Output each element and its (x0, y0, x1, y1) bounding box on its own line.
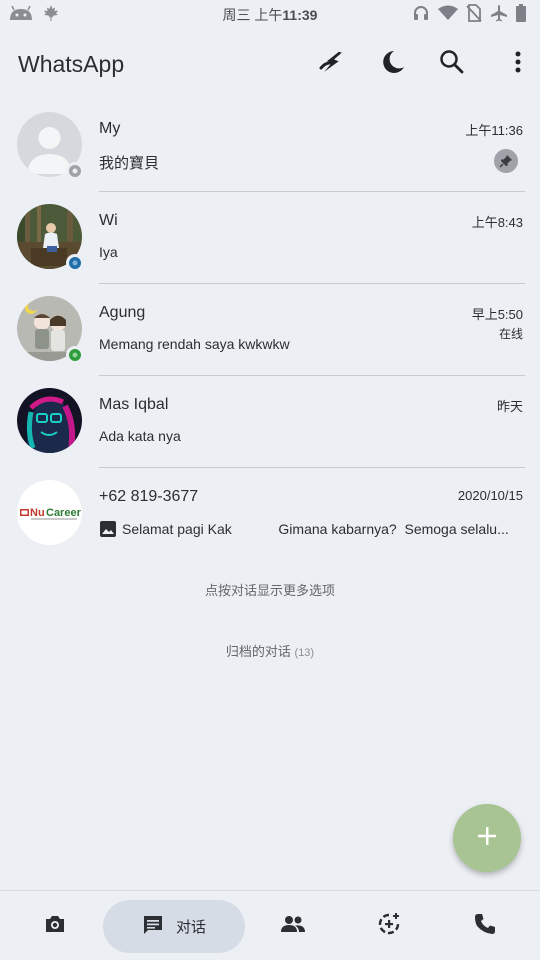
chat-options-hint: 点按对话显示更多选项 (204, 583, 335, 598)
chat-time: 早上5:50 (471, 307, 523, 322)
avatar-wrap[interactable] (17, 204, 84, 272)
chat-row-my[interactable]: My 上午11:36 我的寶貝 (0, 100, 540, 192)
camera-icon (44, 914, 66, 939)
search-icon (439, 49, 465, 80)
app-bar: WhatsApp (0, 38, 540, 90)
chat-time: 上午8:43 (471, 215, 523, 230)
svg-text:Nu: Nu (30, 507, 45, 519)
nav-status[interactable] (354, 891, 424, 960)
chat-last-message-text: Selamat pagi Kak Gimana kabarnya? Semoga… (122, 521, 509, 537)
status-dot (66, 346, 84, 364)
avatar-wrap[interactable] (17, 112, 84, 180)
chat-name: Mas Iqbal (99, 396, 169, 413)
chat-main: Mas Iqbal 昨天 Ada kata nya (99, 376, 523, 468)
svg-text:Career: Career (46, 507, 82, 519)
chat-name: Agung (99, 304, 146, 321)
avatar-wrap[interactable]: Nu Career (17, 480, 82, 545)
chat-time: 昨天 (496, 399, 523, 414)
pin-icon (494, 149, 518, 173)
chat-main: Wi 上午8:43 Iya (99, 192, 523, 284)
chat-time: 上午11:36 (465, 123, 523, 138)
chat-name: Wi (99, 212, 118, 229)
chat-name: +62 819-3677 (99, 488, 199, 505)
status-dot (66, 162, 84, 180)
chat-last-message-text: Memang rendah saya kwkwkw (99, 336, 290, 352)
chat-last-message: 我的寶貝 (99, 152, 159, 173)
archived-count: (13) (294, 647, 315, 659)
chat-list: My 上午11:36 我的寶貝 Wi 上午8:43 Iya Agung 早上5:… (0, 100, 540, 560)
moon-icon (378, 48, 406, 81)
chat-main: My 上午11:36 我的寶貝 (99, 100, 523, 192)
call-icon (474, 913, 496, 940)
chat-last-message-text: Iya (99, 244, 118, 260)
new-chat-fab[interactable] (453, 804, 521, 872)
chat-row-agung[interactable]: Agung 早上5:50 在线 Memang rendah saya kwkwk… (0, 284, 540, 376)
night-mode-button[interactable] (362, 38, 422, 90)
archived-chats-link[interactable]: 归档的对话 (13) (0, 641, 540, 660)
more-options-button[interactable] (482, 38, 522, 90)
app-title: WhatsApp (18, 50, 125, 77)
nav-calls[interactable] (450, 891, 520, 960)
archived-label: 归档的对话 (225, 644, 291, 659)
status-time-prefix: 周三 上午 (222, 7, 283, 23)
chat-row-number[interactable]: Nu Career +62 819-3677 2020/10/15 Selama… (0, 468, 540, 560)
nav-camera[interactable] (20, 891, 90, 960)
chat-name: My (99, 120, 121, 137)
plus-icon (477, 826, 497, 851)
chat-time: 2020/10/15 (457, 488, 523, 503)
chat-last-message: Selamat pagi Kak Gimana kabarnya? Semoga… (99, 520, 509, 538)
image-icon (99, 520, 117, 538)
avatar-neon-art (17, 388, 82, 453)
bottom-nav: 对话 (0, 890, 540, 960)
avatar-nucareer-logo: Nu Career (17, 480, 82, 545)
search-button[interactable] (422, 38, 482, 90)
flash-icon (318, 48, 346, 81)
more-vert-icon (514, 50, 522, 79)
avatar-wrap[interactable] (17, 296, 84, 364)
chat-last-message-text: 我的寶貝 (99, 155, 160, 172)
chat-main: Agung 早上5:50 在线 Memang rendah saya kwkwk… (99, 284, 523, 376)
avatar-wrap[interactable] (17, 388, 82, 453)
chat-row-mas-iqbal[interactable]: Mas Iqbal 昨天 Ada kata nya (0, 376, 540, 468)
chat-online-status: 在线 (498, 327, 523, 341)
status-add-icon (377, 912, 401, 941)
nav-chats-label: 对话 (175, 919, 206, 936)
chat-main: +62 819-3677 2020/10/15 Selamat pagi Kak… (99, 468, 523, 560)
nav-chats[interactable]: 对话 (103, 900, 245, 953)
contacts-icon (280, 915, 306, 938)
chat-last-message-text: Ada kata nya (99, 428, 181, 444)
nav-contacts[interactable] (258, 891, 328, 960)
status-bar: 周三 上午11:39 (0, 0, 540, 30)
status-time-value: 11:39 (282, 7, 318, 23)
chat-row-wi[interactable]: Wi 上午8:43 Iya (0, 192, 540, 284)
chat-last-message: Iya (99, 244, 118, 260)
status-time: 周三 上午11:39 (0, 0, 540, 30)
chats-icon (142, 914, 164, 940)
chat-last-message: Memang rendah saya kwkwkw (99, 336, 290, 352)
status-dot (66, 254, 84, 272)
flash-button[interactable] (302, 38, 362, 90)
chat-last-message: Ada kata nya (99, 428, 181, 444)
